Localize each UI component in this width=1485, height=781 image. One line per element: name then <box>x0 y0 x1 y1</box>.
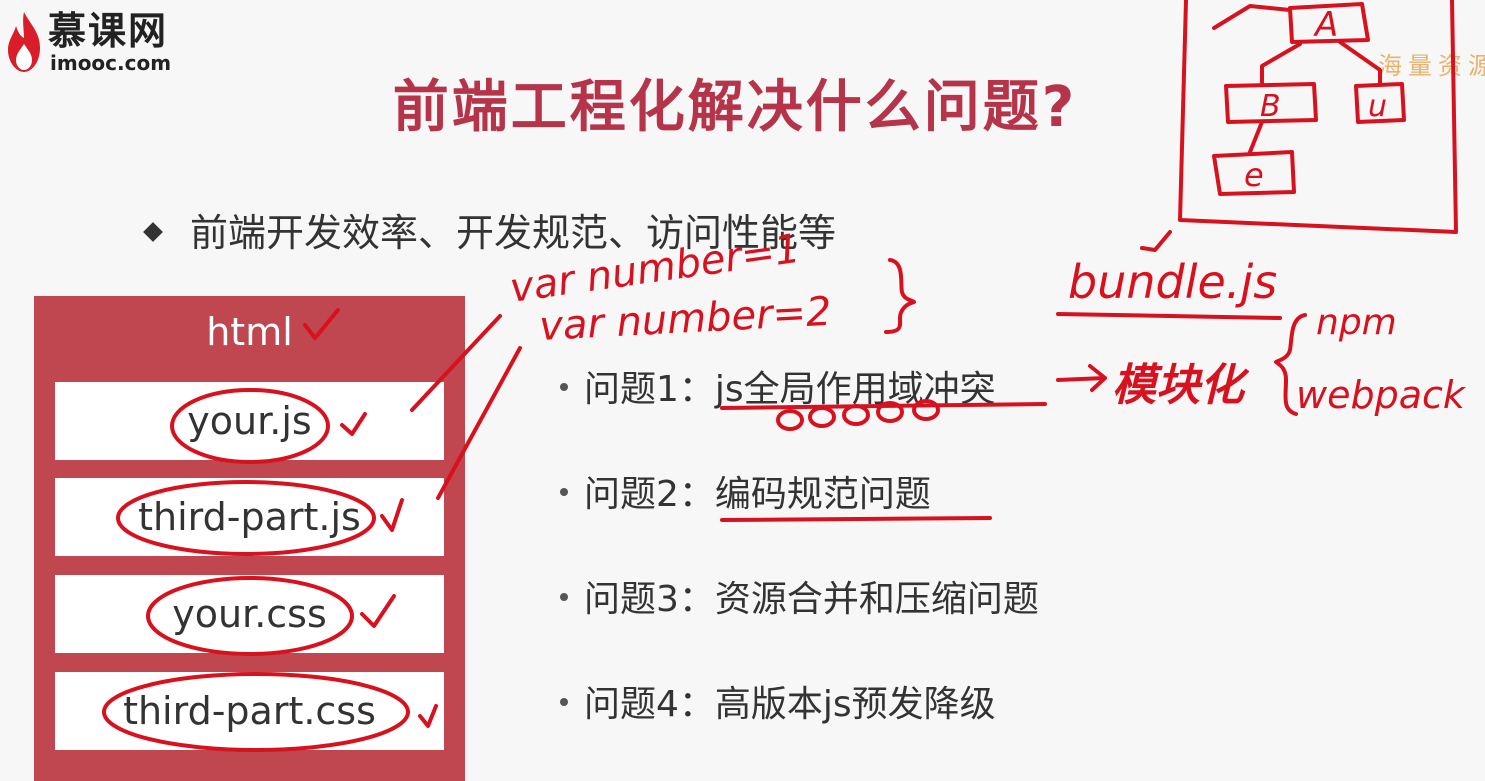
brace-npm <box>1274 313 1307 416</box>
html-box-title: html <box>206 310 293 354</box>
issue-item-3: 问题3：资源合并和压缩问题 <box>560 570 1039 622</box>
slide-title: 前端工程化解决什么问题? <box>392 75 1078 140</box>
file-your-js: your.js <box>55 382 444 460</box>
bundle-js: bundle.js <box>1068 255 1277 309</box>
file-third-part-css: third-part.css <box>55 672 444 750</box>
webpack-note: webpack <box>1296 373 1467 417</box>
html-box: html your.js third-part.js your.css thir… <box>34 296 465 781</box>
issue-label: 问题1： <box>584 369 715 410</box>
issue-text: js全局作用域冲突 <box>714 369 996 410</box>
brace <box>884 258 916 334</box>
modular-note: 模块化 <box>1112 360 1250 411</box>
bullet-dot-icon <box>560 698 568 706</box>
underline-bundle <box>1056 312 1282 320</box>
arrow-to-bundle <box>1140 230 1172 252</box>
issue-item-2: 问题2：编码规范问题 <box>560 465 931 517</box>
file-third-part-js: third-part.js <box>55 478 444 556</box>
node-a-box <box>1288 2 1370 44</box>
file-your-css: your.css <box>55 575 444 653</box>
bullet-dot-icon <box>560 488 568 496</box>
logo-text-cn: 慕课网 <box>48 9 169 53</box>
arrow-to-modular <box>1056 364 1107 392</box>
node-c: e <box>1244 156 1264 194</box>
issue-label: 问题4： <box>584 684 715 725</box>
issue-label: 问题3： <box>584 579 715 620</box>
main-bullet: 前端开发效率、开发规范、访问性能等 <box>143 202 837 257</box>
var-number-2: var number=2 <box>538 289 832 350</box>
issue-text: 高版本js预发降级 <box>714 684 996 725</box>
edge-left <box>1212 4 1292 30</box>
bullet-dot-icon <box>560 593 568 601</box>
main-bullet-text: 前端开发效率、开发规范、访问性能等 <box>190 211 837 255</box>
issue-text: 资源合并和压缩问题 <box>714 579 1039 620</box>
node-a: A <box>1313 5 1338 45</box>
issue-item-1: 问题1：js全局作用域冲突 <box>560 360 996 412</box>
diamond-bullet-icon <box>143 221 163 242</box>
npm-note: npm <box>1316 302 1397 343</box>
issue-item-4: 问题4：高版本js预发降级 <box>560 675 996 727</box>
node-c-box <box>1212 150 1296 196</box>
issue-text: 编码规范问题 <box>714 474 931 515</box>
bullet-dot-icon <box>560 383 568 391</box>
issue-label: 问题2： <box>584 474 715 515</box>
underline-issue-2 <box>720 516 992 522</box>
